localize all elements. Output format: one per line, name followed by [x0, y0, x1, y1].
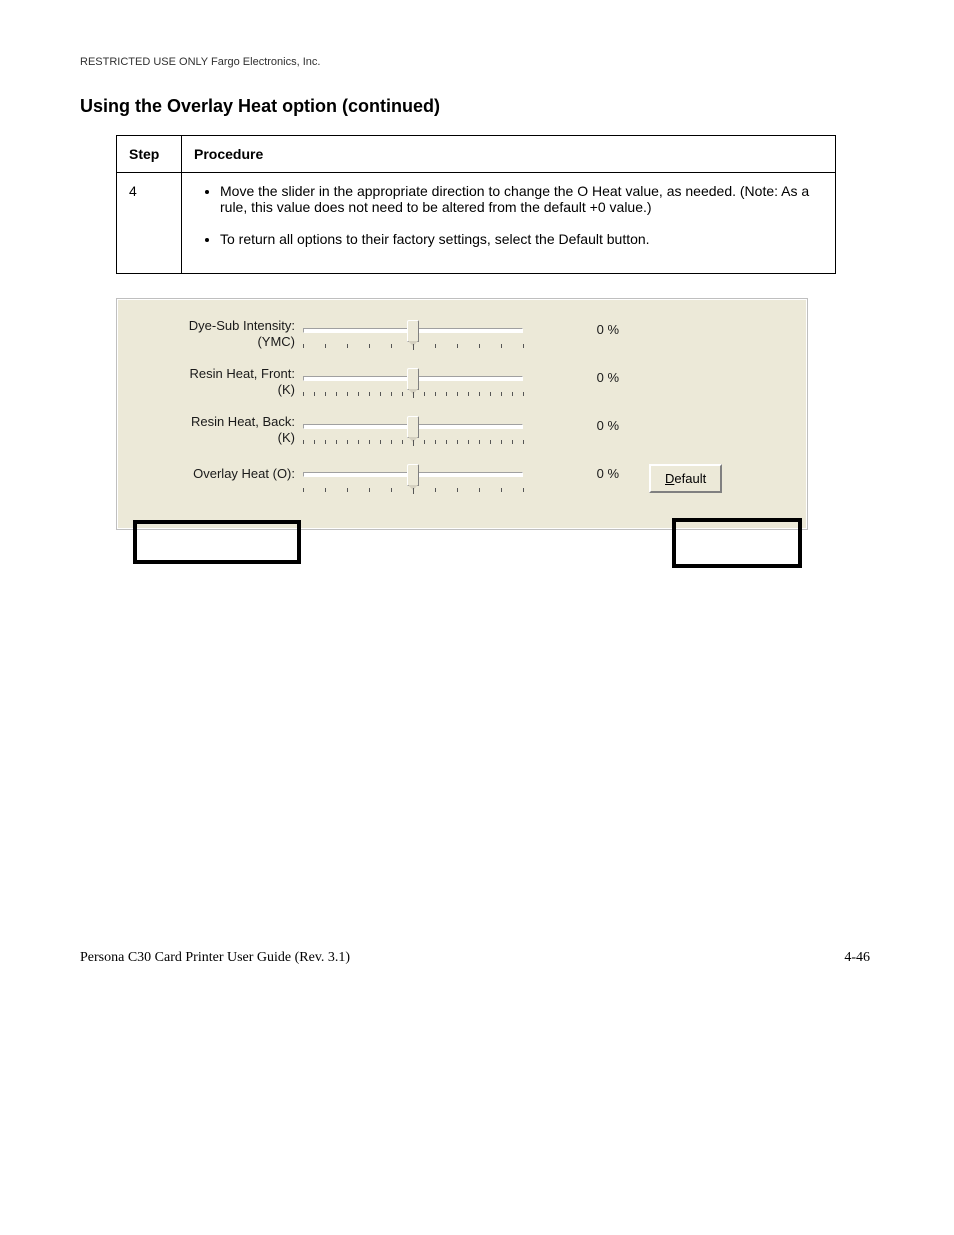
procedure-table: Step Procedure 4 Move the slider in the …	[116, 135, 836, 274]
slider-thumb[interactable]	[407, 320, 419, 342]
slider-label: Resin Heat, Front: (K)	[130, 366, 303, 398]
step-number: 4	[117, 173, 182, 274]
slider-row-resin-back: Resin Heat, Back: (K) 0 %	[130, 414, 794, 450]
col-header-procedure: Procedure	[182, 136, 836, 173]
slider-label: Overlay Heat (O):	[130, 462, 303, 482]
table-row: 4 Move the slider in the appropriate dir…	[117, 173, 836, 274]
overlay-heat-slider[interactable]	[303, 464, 523, 498]
slider-label: Dye-Sub Intensity: (YMC)	[130, 318, 303, 350]
resin-heat-back-slider[interactable]	[303, 416, 523, 450]
slider-thumb[interactable]	[407, 464, 419, 486]
slider-label: Resin Heat, Back: (K)	[130, 414, 303, 446]
settings-panel-screenshot: Dye-Sub Intensity: (YMC) 0 % Resin Heat,…	[116, 298, 808, 530]
slider-row-dye-sub: Dye-Sub Intensity: (YMC) 0 %	[130, 318, 794, 354]
slider-thumb[interactable]	[407, 416, 419, 438]
slider-value: 0 %	[523, 462, 619, 481]
section-title: Using the Overlay Heat option (continued…	[80, 96, 874, 117]
procedure-item: Move the slider in the appropriate direc…	[220, 183, 823, 215]
slider-row-overlay-heat: Overlay Heat (O): 0 % Default	[130, 462, 794, 498]
page-running-header: RESTRICTED USE ONLY Fargo Electronics, I…	[80, 56, 874, 68]
highlight-default-button	[672, 518, 802, 568]
slider-value: 0 %	[523, 414, 619, 433]
col-header-step: Step	[117, 136, 182, 173]
highlight-overlay-label	[133, 520, 301, 564]
footer-page-number: 4-46	[844, 950, 874, 966]
slider-row-resin-front: Resin Heat, Front: (K) 0 %	[130, 366, 794, 402]
default-button[interactable]: Default	[649, 464, 722, 493]
dye-sub-intensity-slider[interactable]	[303, 320, 523, 354]
slider-value: 0 %	[523, 366, 619, 385]
slider-thumb[interactable]	[407, 368, 419, 390]
procedure-item: To return all options to their factory s…	[220, 231, 823, 247]
resin-heat-front-slider[interactable]	[303, 368, 523, 402]
slider-value: 0 %	[523, 318, 619, 337]
step-procedure: Move the slider in the appropriate direc…	[182, 173, 836, 274]
footer-text: Persona C30 Card Printer User Guide (Rev…	[80, 950, 350, 965]
page-footer: Persona C30 Card Printer User Guide (Rev…	[80, 950, 874, 966]
